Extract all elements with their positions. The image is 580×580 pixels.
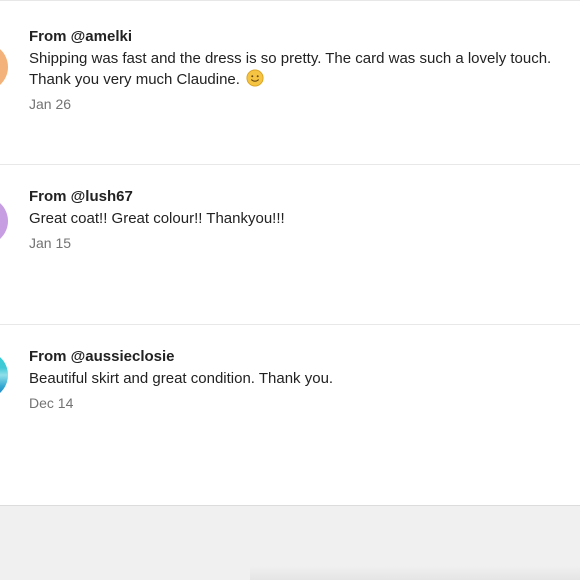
reviews-panel: From @amelki Shipping was fast and the d… xyxy=(0,0,580,506)
review-message-line: Great coat!! Great colour!! Thankyou!!! xyxy=(29,208,580,229)
review-message-text: Beautiful skirt and great condition. Tha… xyxy=(29,370,334,387)
review-message-text: Great coat!! Great colour!! Thankyou!!! xyxy=(29,210,285,227)
review-message-text: Shipping was fast and the dress is so pr… xyxy=(29,50,552,67)
review-item: From @amelki Shipping was fast and the d… xyxy=(0,5,580,165)
review-content: From @amelki Shipping was fast and the d… xyxy=(29,27,580,114)
review-message-text: Thank you very much Claudine. xyxy=(29,71,240,88)
review-author[interactable]: From @lush67 xyxy=(29,187,580,207)
review-message-line: Shipping was fast and the dress is so pr… xyxy=(29,48,580,69)
review-author[interactable]: From @aussieclosie xyxy=(29,347,580,367)
review-date: Jan 26 xyxy=(29,96,72,112)
review-author[interactable]: From @amelki xyxy=(29,27,580,47)
avatar[interactable] xyxy=(0,197,8,245)
review-date: Dec 14 xyxy=(29,395,74,411)
smiley-face-icon xyxy=(246,69,264,87)
avatar[interactable] xyxy=(0,43,8,91)
review-content: From @lush67 Great coat!! Great colour!!… xyxy=(29,187,580,253)
bottom-shadow xyxy=(250,566,580,580)
review-message-line: Beautiful skirt and great condition. Tha… xyxy=(29,368,580,389)
avatar[interactable] xyxy=(0,351,8,399)
review-content: From @aussieclosie Beautiful skirt and g… xyxy=(29,347,580,413)
review-date: Jan 15 xyxy=(29,235,72,251)
review-message-line: Thank you very much Claudine. xyxy=(29,69,580,90)
review-item: From @lush67 Great coat!! Great colour!!… xyxy=(0,165,580,325)
review-item: From @aussieclosie Beautiful skirt and g… xyxy=(0,325,580,485)
